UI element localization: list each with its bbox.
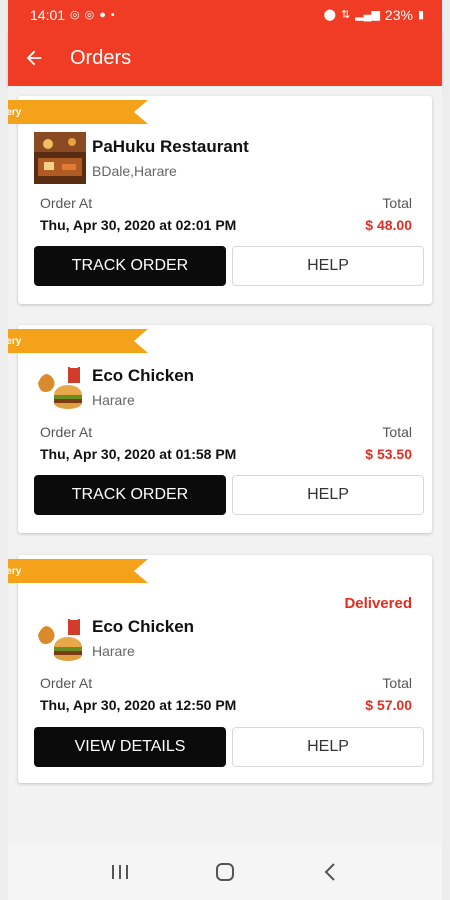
total-amount: $ 57.00	[365, 697, 412, 713]
restaurant-thumbnail	[34, 361, 86, 413]
view-details-button[interactable]: VIEW DETAILS	[34, 727, 226, 767]
restaurant-location: BDale,Harare	[92, 163, 177, 179]
order-card: ivery PaHuku Restaurant BDale,Harare Ord…	[8, 96, 432, 304]
orders-list: ivery PaHuku Restaurant BDale,Harare Ord…	[8, 86, 442, 844]
track-order-button[interactable]: TRACK ORDER	[34, 246, 226, 286]
order-date: Thu, Apr 30, 2020 at 02:01 PM	[40, 217, 237, 233]
track-order-button[interactable]: TRACK ORDER	[34, 475, 226, 515]
help-button[interactable]: HELP	[232, 475, 424, 515]
restaurant-thumbnail	[34, 613, 86, 665]
fast-food-icon	[38, 365, 82, 409]
help-button[interactable]: HELP	[232, 727, 424, 767]
total-label: Total	[382, 675, 412, 691]
order-card: ivery Eco Chicken Harare Order At Thu, A…	[8, 325, 432, 533]
total-label: Total	[382, 424, 412, 440]
message-icon: ◎	[84, 8, 95, 21]
total-label: Total	[382, 195, 412, 211]
location-icon: ⬤	[323, 8, 336, 21]
home-button[interactable]	[205, 852, 245, 892]
clock: 14:01	[30, 7, 66, 23]
recent-apps-button[interactable]	[100, 852, 140, 892]
restaurant-thumbnail	[34, 132, 86, 184]
order-status: Delivered	[344, 595, 412, 612]
delivery-ribbon: ivery	[8, 100, 148, 124]
restaurant-name: Eco Chicken	[92, 366, 195, 385]
data-icon: ⇅	[340, 8, 351, 21]
person-icon: ●	[99, 8, 106, 21]
help-button[interactable]: HELP	[232, 246, 424, 286]
recent-apps-icon	[112, 865, 129, 879]
dot-icon: •	[110, 8, 115, 21]
order-card: ivery Delivered Eco Chicken Harare Order…	[8, 555, 432, 783]
restaurant-location: Harare	[92, 392, 135, 408]
restaurant-location: Harare	[92, 643, 135, 659]
fast-food-icon	[38, 617, 82, 661]
total-amount: $ 48.00	[365, 217, 412, 233]
restaurant-name: Eco Chicken	[92, 617, 195, 636]
status-bar: 14:01 ◎ ◎ ● • ⬤ ⇅ ▂▄▆ 23% ▮	[8, 0, 442, 30]
arrow-left-icon	[26, 50, 42, 66]
back-nav-button[interactable]	[310, 852, 350, 892]
back-button[interactable]	[8, 30, 60, 86]
whatsapp-icon: ◎	[70, 8, 80, 21]
restaurant-photo-icon	[34, 132, 86, 184]
system-nav-bar	[8, 844, 442, 900]
delivery-ribbon: ivery	[8, 559, 148, 583]
page-title: Orders	[70, 46, 132, 69]
app-bar: Orders	[8, 30, 442, 86]
order-date: Thu, Apr 30, 2020 at 01:58 PM	[40, 446, 237, 462]
order-at-label: Order At	[40, 675, 93, 691]
order-at-label: Order At	[40, 195, 93, 211]
signal-icon: ▂▄▆	[355, 8, 380, 21]
order-date: Thu, Apr 30, 2020 at 12:50 PM	[40, 697, 237, 713]
total-amount: $ 53.50	[365, 446, 412, 462]
home-icon	[215, 863, 234, 881]
order-at-label: Order At	[40, 424, 93, 440]
restaurant-name: PaHuku Restaurant	[92, 137, 249, 156]
battery-level: 23%	[384, 7, 413, 23]
battery-icon: ▮	[417, 8, 424, 21]
chevron-left-icon	[324, 863, 335, 881]
delivery-ribbon: ivery	[8, 329, 148, 353]
